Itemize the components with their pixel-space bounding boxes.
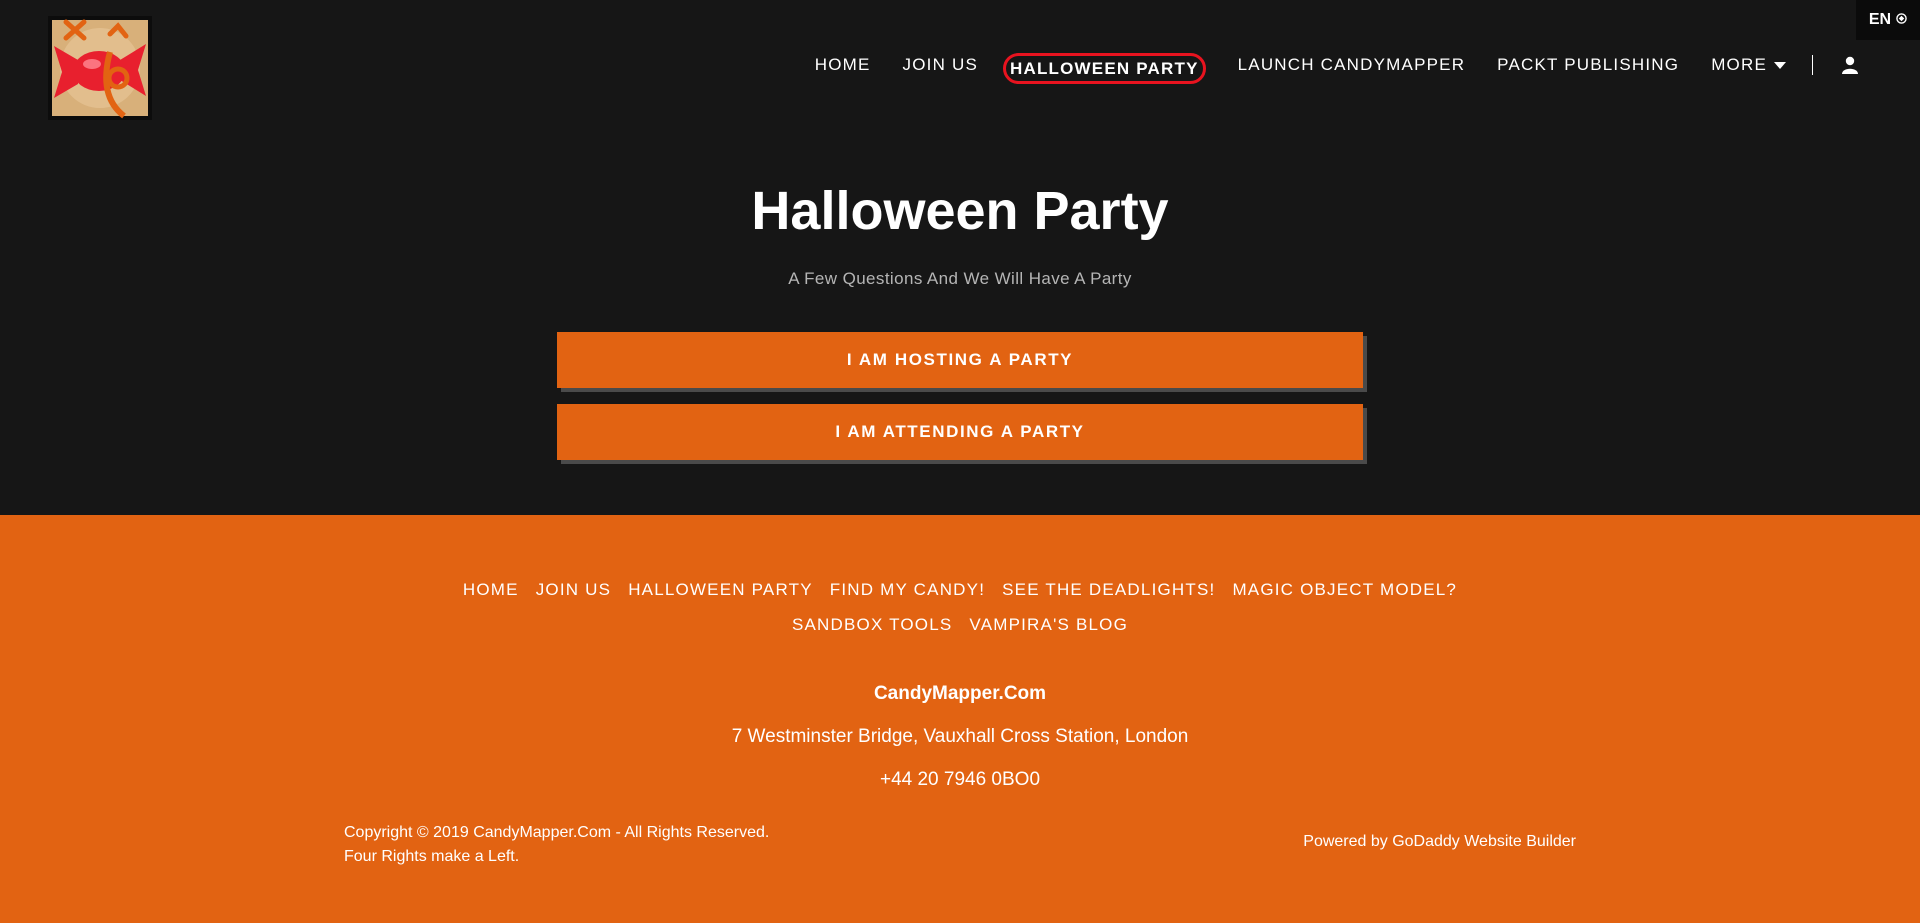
nav-join-us[interactable]: JOIN US xyxy=(903,55,978,75)
copyright-line-1: Copyright © 2019 CandyMapper.Com - All R… xyxy=(344,824,770,841)
nav-packt-publishing[interactable]: PACKT PUBLISHING xyxy=(1497,55,1679,75)
globe-icon xyxy=(1896,13,1907,27)
nav-launch-candymapper[interactable]: LAUNCH CANDYMAPPER xyxy=(1238,55,1466,75)
language-selector[interactable]: EN xyxy=(1856,0,1920,40)
footer-link-magic-object-model[interactable]: MAGIC OBJECT MODEL? xyxy=(1232,580,1457,600)
nav-home[interactable]: HOME xyxy=(815,55,871,75)
company-address: 7 Westminster Bridge, Vauxhall Cross Sta… xyxy=(731,726,1189,747)
footer-link-find-my-candy[interactable]: FIND MY CANDY! xyxy=(830,580,985,600)
page-title: Halloween Party xyxy=(751,181,1169,241)
copyright-line-2: Four Rights make a Left. xyxy=(344,848,520,865)
language-label: EN xyxy=(1868,11,1892,28)
footer-nav-row-1: HOME JOIN US HALLOWEEN PARTY FIND MY CAN… xyxy=(0,580,1920,600)
main-nav: HOME JOIN US HALLOWEEN PARTY LAUNCH CAND… xyxy=(783,52,1860,84)
powered-by-link[interactable]: Powered by GoDaddy Website Builder xyxy=(1303,833,1576,851)
footer-nav-row-2: SANDBOX TOOLS VAMPIRA'S BLOG xyxy=(0,615,1920,635)
nav-divider xyxy=(1812,55,1813,75)
hosting-party-button[interactable]: I AM HOSTING A PARTY xyxy=(557,332,1363,388)
footer-link-see-the-deadlights[interactable]: SEE THE DEADLIGHTS! xyxy=(1002,580,1215,600)
header-hero-section: EN HOME JOIN US HALLOWEEN PARTY LAUNCH C… xyxy=(0,0,1920,515)
footer-link-vampiras-blog[interactable]: VAMPIRA'S BLOG xyxy=(969,615,1128,635)
company-name: CandyMapper.Com xyxy=(873,683,1047,704)
footer-link-sandbox-tools[interactable]: SANDBOX TOOLS xyxy=(792,615,952,635)
footer-link-halloween-party[interactable]: HALLOWEEN PARTY xyxy=(628,580,813,600)
footer-link-join-us[interactable]: JOIN US xyxy=(536,580,611,600)
attending-party-button[interactable]: I AM ATTENDING A PARTY xyxy=(557,404,1363,460)
nav-more[interactable]: MORE xyxy=(1711,55,1786,75)
nav-more-label: MORE xyxy=(1711,55,1767,74)
footer: HOME JOIN US HALLOWEEN PARTY FIND MY CAN… xyxy=(0,515,1920,923)
page-subtitle: A Few Questions And We Will Have A Party xyxy=(788,269,1132,288)
candy-logo[interactable] xyxy=(48,16,152,120)
chevron-down-icon xyxy=(1774,61,1786,69)
nav-halloween-party[interactable]: HALLOWEEN PARTY xyxy=(1003,52,1206,84)
footer-link-home[interactable]: HOME xyxy=(463,580,519,600)
copyright: Copyright © 2019 CandyMapper.Com - All R… xyxy=(344,821,769,869)
company-phone: +44 20 7946 0BO0 xyxy=(879,769,1041,790)
user-icon[interactable] xyxy=(1840,55,1860,75)
